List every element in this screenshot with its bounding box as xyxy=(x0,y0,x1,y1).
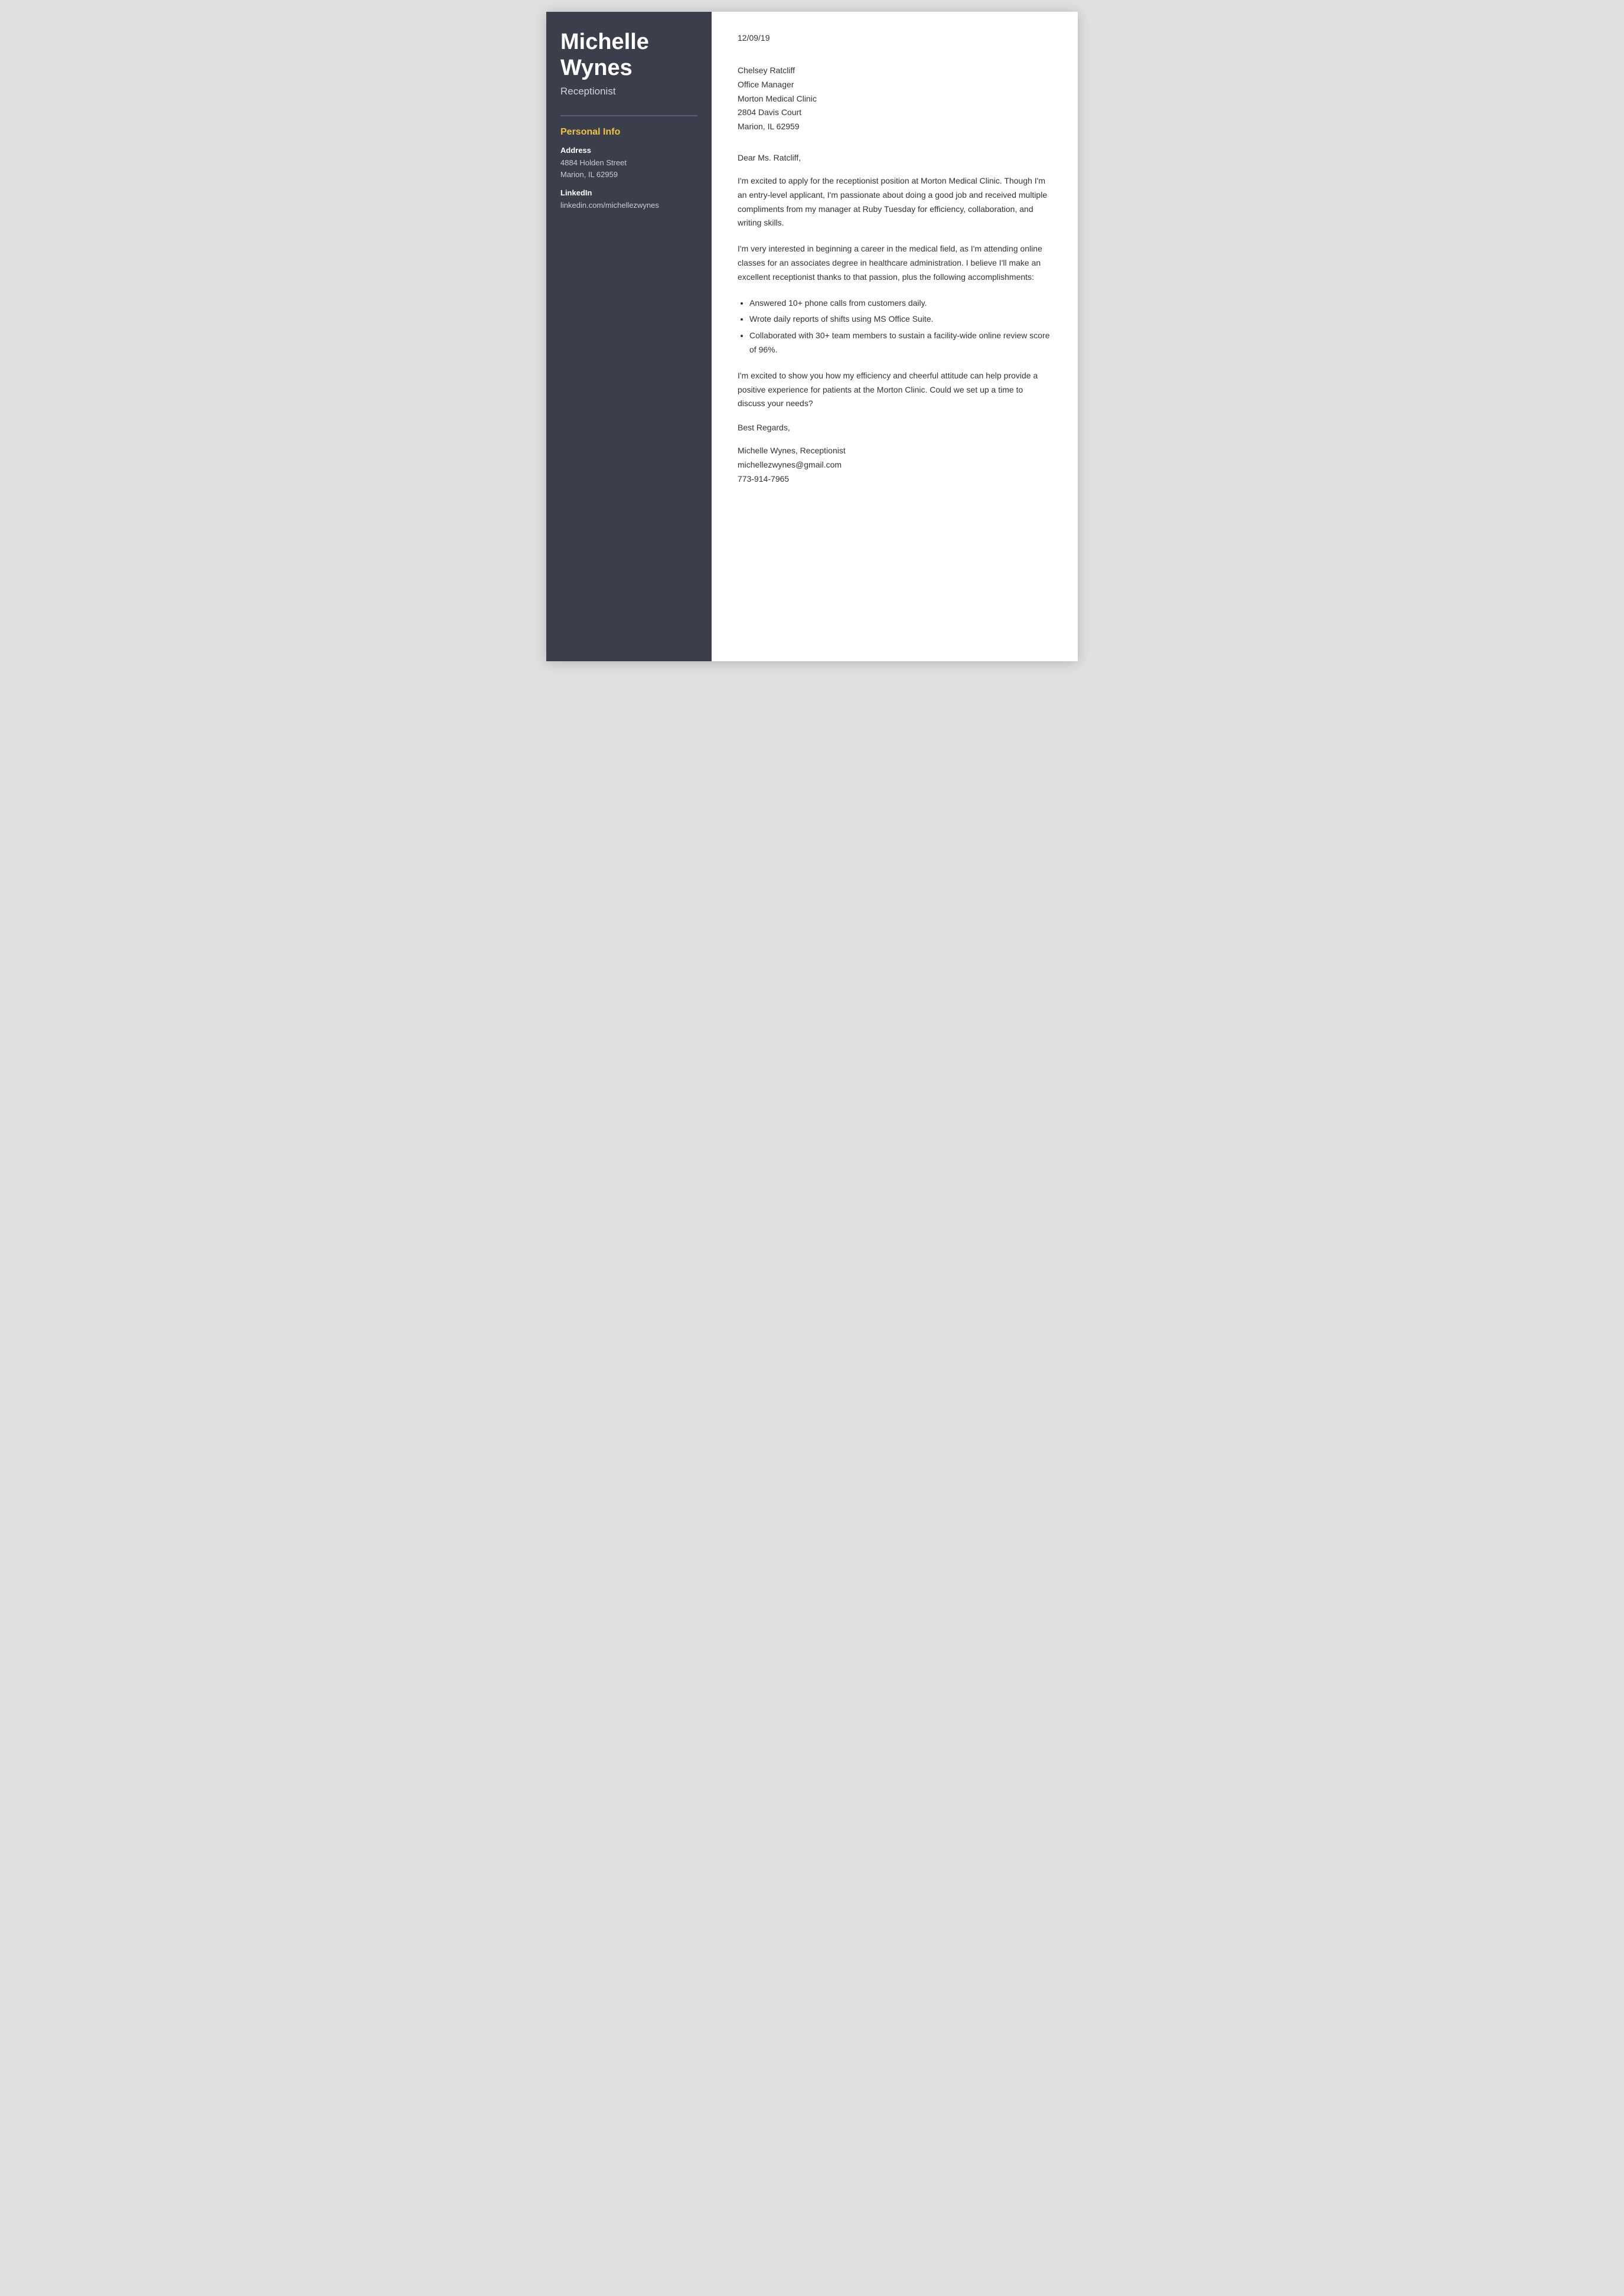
list-item: Wrote daily reports of shifts using MS O… xyxy=(749,312,1052,326)
resume-document: Michelle Wynes Receptionist Personal Inf… xyxy=(546,12,1078,661)
linkedin-value: linkedin.com/michellezwynes xyxy=(560,200,697,211)
signature-name: Michelle Wynes, Receptionist xyxy=(738,444,1052,458)
recipient-address2: Marion, IL 62959 xyxy=(738,120,1052,134)
signature-block: Michelle Wynes, Receptionist michellezwy… xyxy=(738,444,1052,486)
main-content: 12/09/19 Chelsey Ratcliff Office Manager… xyxy=(712,12,1078,661)
address-value: 4884 Holden Street Marion, IL 62959 xyxy=(560,157,697,180)
salutation: Dear Ms. Ratcliff, xyxy=(738,153,1052,162)
sidebar-divider xyxy=(560,115,697,116)
applicant-name: Michelle Wynes xyxy=(560,30,697,81)
signature-phone: 773-914-7965 xyxy=(738,472,1052,486)
applicant-title: Receptionist xyxy=(560,86,697,97)
closing: Best Regards, xyxy=(738,423,1052,432)
list-item: Collaborated with 30+ team members to su… xyxy=(749,329,1052,357)
address-line1: 4884 Holden Street xyxy=(560,158,627,167)
sidebar: Michelle Wynes Receptionist Personal Inf… xyxy=(546,12,712,661)
address-line2: Marion, IL 62959 xyxy=(560,170,618,179)
signature-email: michellezwynes@gmail.com xyxy=(738,458,1052,472)
accomplishments-list: Answered 10+ phone calls from customers … xyxy=(738,296,1052,357)
list-item: Answered 10+ phone calls from customers … xyxy=(749,296,1052,311)
address-label: Address xyxy=(560,146,697,155)
linkedin-label: LinkedIn xyxy=(560,188,697,197)
letter-date: 12/09/19 xyxy=(738,33,1052,43)
paragraph-1: I'm excited to apply for the receptionis… xyxy=(738,174,1052,230)
recipient-address1: 2804 Davis Court xyxy=(738,106,1052,120)
paragraph-3: I'm excited to show you how my efficienc… xyxy=(738,369,1052,411)
last-name: Wynes xyxy=(560,55,632,80)
recipient-name: Chelsey Ratcliff xyxy=(738,64,1052,78)
recipient-block: Chelsey Ratcliff Office Manager Morton M… xyxy=(738,64,1052,134)
first-name: Michelle xyxy=(560,30,649,54)
paragraph-2: I'm very interested in beginning a caree… xyxy=(738,242,1052,284)
recipient-company: Morton Medical Clinic xyxy=(738,92,1052,106)
personal-info-heading: Personal Info xyxy=(560,127,697,138)
recipient-title: Office Manager xyxy=(738,78,1052,92)
